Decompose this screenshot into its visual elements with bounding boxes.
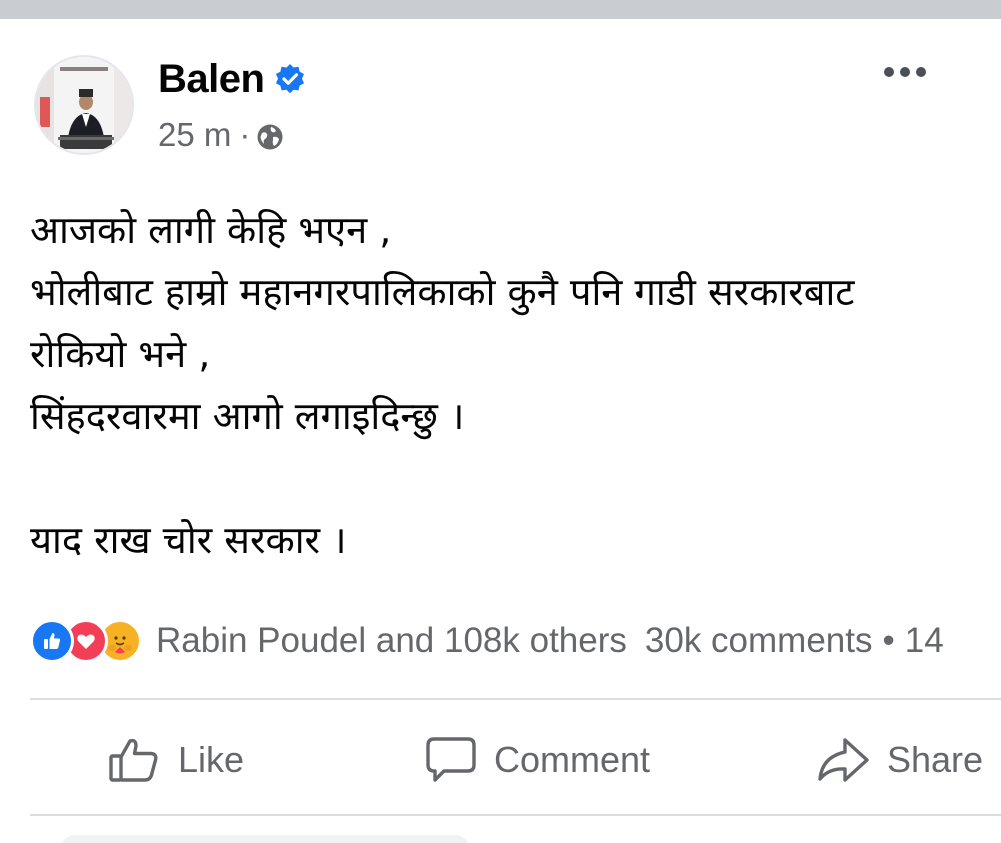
share-button[interactable]: Share [815, 713, 983, 807]
like-reaction-icon [30, 619, 74, 663]
post-meta: 25 m · [158, 115, 284, 155]
author-name[interactable]: Balen [158, 57, 265, 102]
comment-button[interactable]: Comment [424, 713, 650, 807]
author-row: Balen [158, 53, 306, 105]
post-body-line: भोलीबाट हाम्रो महानगरपालिकाको कुनै पनि ग… [30, 270, 855, 314]
post-body: आजको लागी केहि भएन , भोलीबाट हाम्रो महान… [30, 199, 1001, 571]
avatar[interactable] [34, 55, 134, 155]
post-card: Balen 25 m · आजको लागी केहि भएन , भोलीबा… [0, 19, 1001, 843]
more-options-icon [884, 67, 894, 77]
post-timestamp[interactable]: 25 m [158, 116, 231, 154]
feed-top-strip [0, 0, 1001, 19]
comment-bubble-icon [426, 737, 476, 782]
globe-icon [256, 121, 284, 150]
more-options-icon-dot [900, 67, 910, 77]
more-options-icon-dot [916, 67, 926, 77]
reaction-summary-text[interactable]: Rabin Poudel and 108k others [156, 621, 627, 661]
post-actions: Like Comment Share [0, 713, 1001, 807]
post-body-line: रोकियो भने , [30, 332, 211, 376]
reaction-icons [30, 619, 142, 663]
thumbs-up-icon [109, 738, 158, 782]
shares-count[interactable]: 14 [905, 621, 944, 661]
comment-label: Comment [494, 739, 651, 780]
summary-separator: • [882, 621, 895, 660]
like-button[interactable]: Like [108, 713, 244, 807]
like-label: Like [178, 739, 245, 780]
post-body-blank-line [30, 447, 1001, 509]
reactions-summary[interactable]: Rabin Poudel and 108k others 30k comment… [30, 617, 944, 665]
divider [30, 814, 1001, 816]
avatar-portrait [36, 57, 132, 153]
share-label: Share [887, 739, 984, 780]
next-comment-preview [60, 835, 470, 843]
more-options-button[interactable] [870, 57, 940, 87]
post-body-line: याद राख चोर सरकार । [30, 518, 347, 562]
post-body-line: सिंहदरवारमा आगो लगाइदिन्छु । [30, 394, 465, 438]
meta-separator: · [239, 116, 251, 153]
comments-count[interactable]: 30k comments [645, 621, 873, 661]
verified-badge-icon [274, 63, 306, 95]
share-arrow-icon [818, 738, 869, 782]
divider [30, 698, 1001, 700]
post-body-line: आजको लागी केहि भएन , [30, 208, 392, 252]
